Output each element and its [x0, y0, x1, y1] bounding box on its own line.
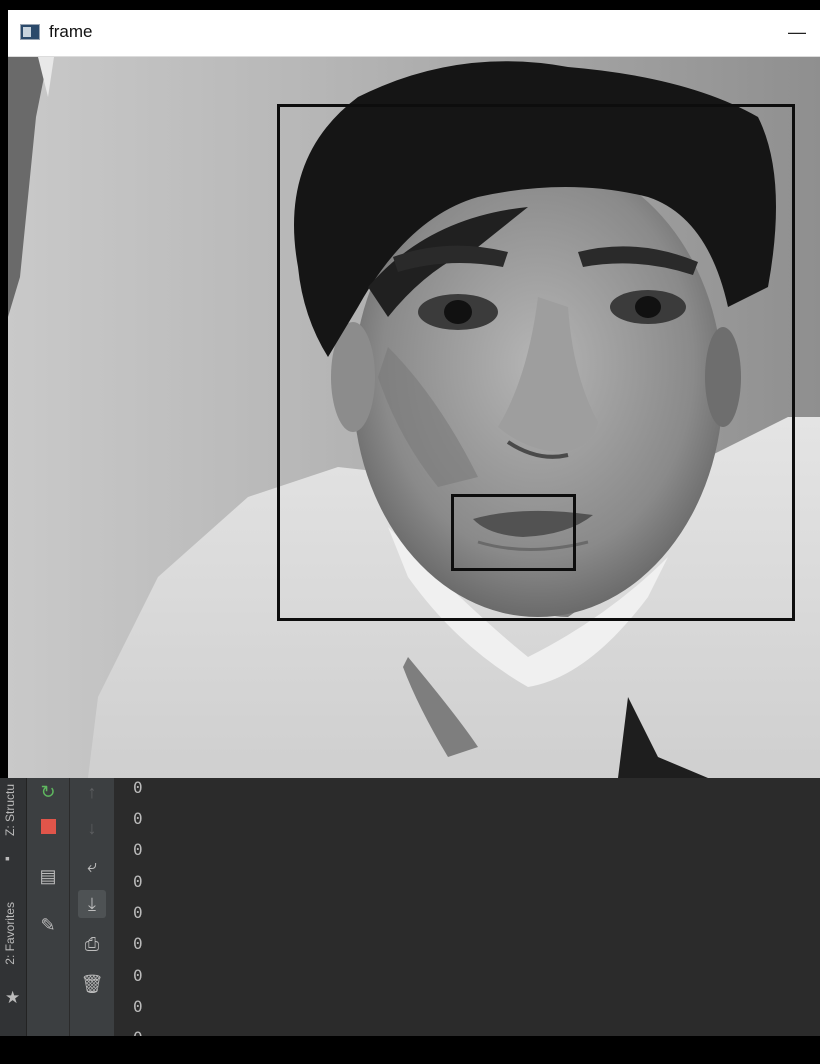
console-line: 0: [133, 997, 143, 1016]
window-title: frame: [49, 22, 93, 41]
console-line: 0: [133, 809, 143, 828]
scroll-up-icon[interactable]: ↑: [78, 778, 106, 806]
console-output[interactable]: 0 0 0 0 0 0 0 0 0: [114, 778, 820, 1036]
console-line: 0: [133, 934, 143, 953]
console-line: 0: [133, 778, 143, 797]
console-line: 0: [133, 1028, 143, 1036]
structure-tab[interactable]: Z: Structu: [3, 784, 17, 836]
scroll-to-end-icon[interactable]: ⤓: [78, 890, 106, 918]
pin-icon[interactable]: ✎: [34, 911, 62, 939]
opencv-frame-window: frame —: [8, 10, 820, 778]
print-icon[interactable]: ⎙: [78, 930, 106, 958]
soft-wrap-icon[interactable]: ⤶: [78, 852, 106, 880]
favorites-tab[interactable]: 2: Favorites: [3, 902, 17, 965]
structure-icon: ▪: [5, 850, 10, 866]
stop-icon: [40, 818, 56, 834]
mouth-detection-box: [451, 494, 576, 571]
clear-icon[interactable]: 🗑: [78, 970, 106, 998]
ide-side-strip: Z: Structu ▪ 2: Favorites ★: [0, 778, 27, 1036]
console-line: 0: [133, 966, 143, 985]
webcam-frame: [8, 57, 820, 778]
scroll-down-icon[interactable]: ↓: [78, 814, 106, 842]
layout-icon[interactable]: ▤: [34, 862, 62, 890]
run-toolbar: ↻ ▤ ✎: [27, 778, 70, 1036]
minimize-button[interactable]: —: [774, 10, 820, 56]
console-line: 0: [133, 903, 143, 922]
stop-button[interactable]: [34, 811, 62, 839]
console-toolbar: ↑ ↓ ⤶ ⤓ ⎙ 🗑: [70, 778, 114, 1036]
star-icon: ★: [5, 988, 21, 1007]
opencv-window-icon: [20, 24, 40, 40]
letterbox-bar: [0, 1036, 820, 1064]
rerun-icon[interactable]: ↻: [34, 778, 62, 806]
window-titlebar[interactable]: frame —: [8, 10, 820, 57]
console-line: 0: [133, 872, 143, 891]
console-line: 0: [133, 840, 143, 859]
run-console-panel: Z: Structu ▪ 2: Favorites ★ ↻ ▤ ✎ ↑ ↓ ⤶ …: [0, 778, 820, 1036]
